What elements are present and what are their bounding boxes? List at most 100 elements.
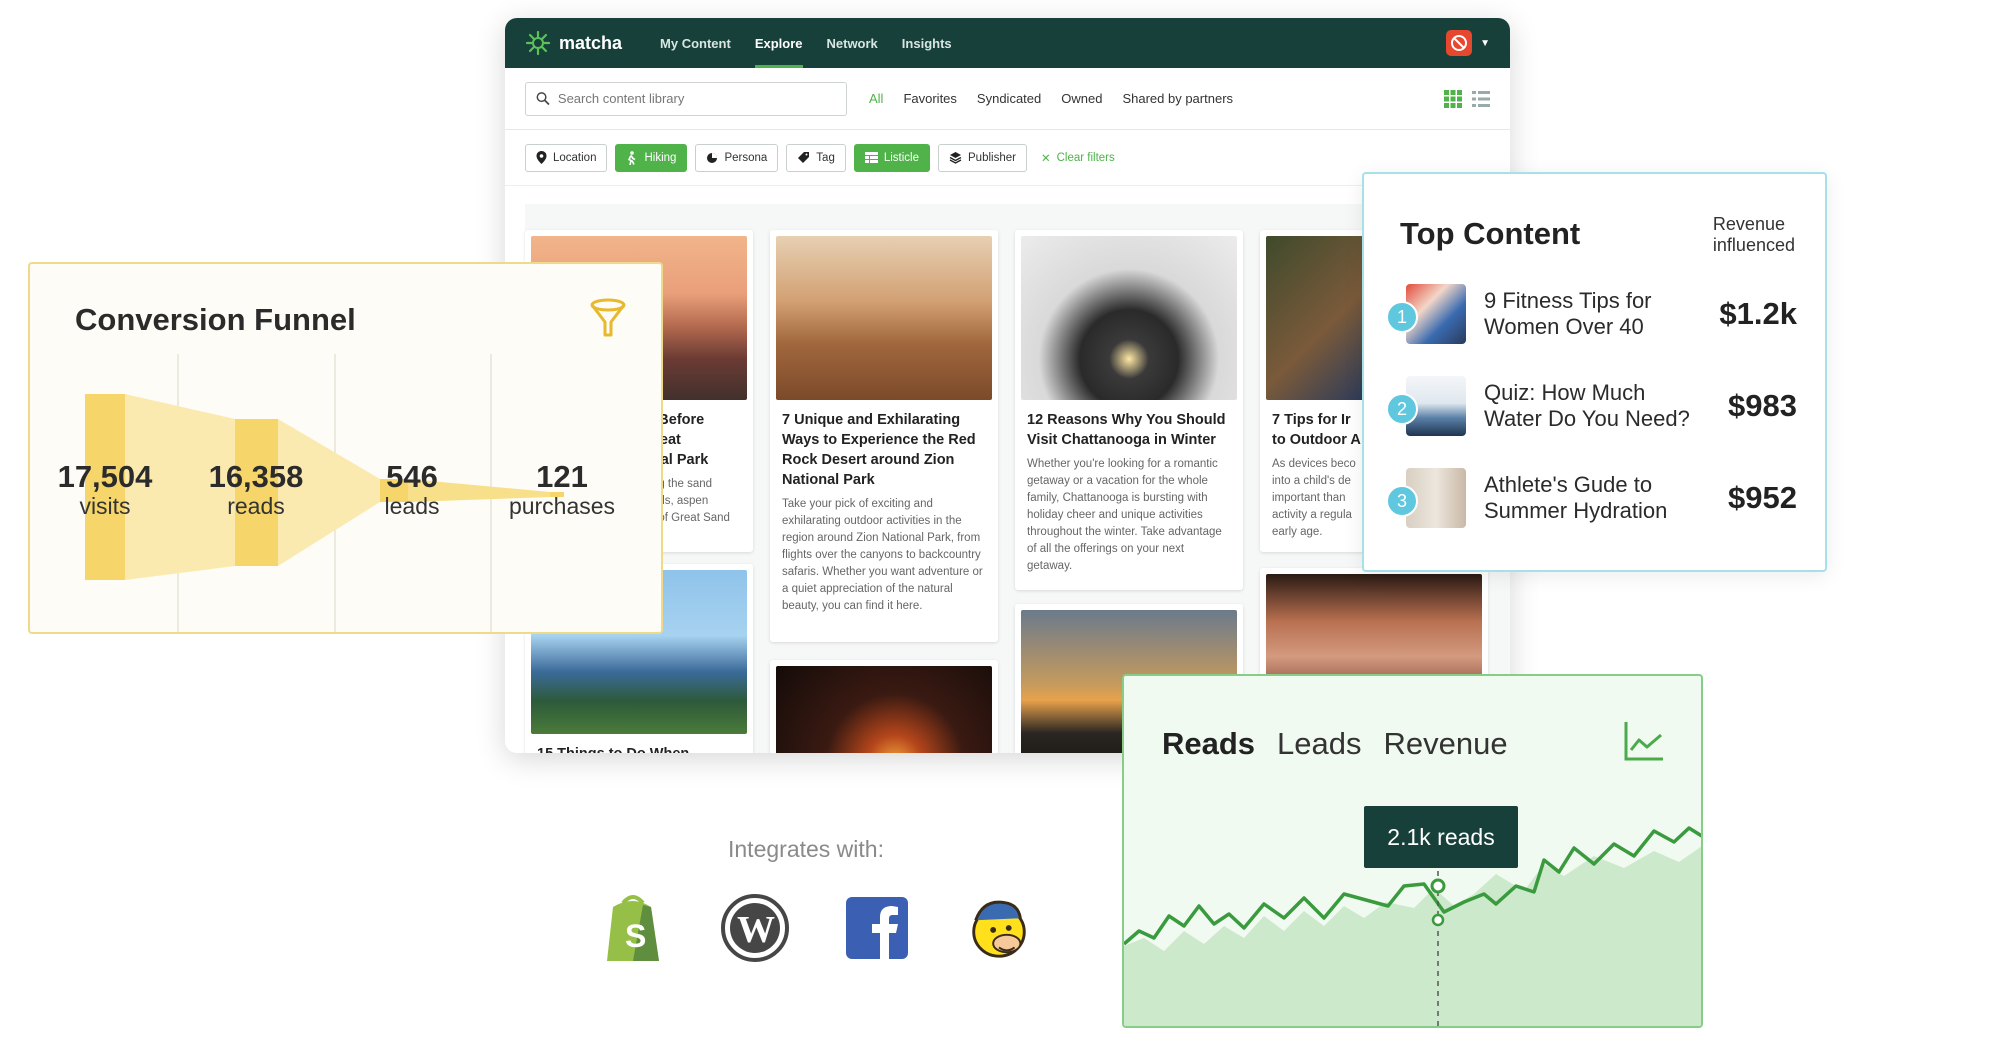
- svg-text:W: W: [737, 909, 775, 951]
- clear-filters-button[interactable]: ✕ Clear filters: [1041, 151, 1115, 165]
- main-nav: My Content Explore Network Insights: [648, 18, 964, 68]
- top-content-item-title[interactable]: Quiz: How Much Water Do You Need?: [1484, 380, 1709, 432]
- chip-location[interactable]: Location: [525, 143, 608, 172]
- top-content-row[interactable]: 1 9 Fitness Tips for Women Over 40 $1.2k: [1386, 282, 1797, 346]
- rank-badge: 1: [1386, 301, 1418, 333]
- chip-listicle[interactable]: Listicle: [853, 143, 930, 172]
- location-pin-icon: [536, 151, 547, 164]
- funnel-title: Conversion Funnel: [75, 302, 356, 337]
- user-menu[interactable]: ▼: [1446, 30, 1490, 56]
- stage-label: purchases: [508, 493, 616, 519]
- nav-insights[interactable]: Insights: [890, 18, 964, 68]
- chip-hiking[interactable]: Hiking: [615, 143, 688, 172]
- top-content-row[interactable]: 3 Athlete's Gude to Summer Hydration $95…: [1386, 466, 1797, 530]
- facebook-icon[interactable]: [842, 888, 912, 968]
- brand-name: matcha: [559, 32, 623, 53]
- matcha-leaf-icon: [525, 30, 551, 56]
- profile-logo-icon: [1451, 35, 1468, 51]
- wordpress-icon[interactable]: W: [720, 888, 790, 968]
- revenue-influenced-header: Revenue influenced: [1712, 214, 1795, 255]
- tab-owned[interactable]: Owned: [1061, 91, 1102, 106]
- view-toggle: [1444, 89, 1490, 108]
- card-image-desert-atv: [776, 236, 992, 400]
- chip-hiking-label: Hiking: [644, 151, 677, 164]
- top-content-item-title[interactable]: Athlete's Gude to Summer Hydration: [1484, 472, 1709, 524]
- close-icon: ✕: [1040, 152, 1051, 165]
- content-card[interactable]: [770, 660, 998, 753]
- card-image-train: [1021, 236, 1237, 400]
- thumbnail: 3: [1386, 468, 1466, 528]
- tab-syndicated[interactable]: Syndicated: [977, 91, 1041, 106]
- funnel-icon: [590, 298, 626, 337]
- list-view-icon[interactable]: [1472, 90, 1490, 108]
- tab-favorites[interactable]: Favorites: [903, 91, 956, 106]
- layers-icon: [949, 152, 962, 164]
- rank-badge: 3: [1386, 485, 1418, 517]
- chart-tooltip: 2.1k reads: [1364, 806, 1518, 868]
- chip-listicle-label: Listicle: [883, 151, 919, 164]
- chip-persona[interactable]: Persona: [695, 143, 779, 172]
- revenue-value: $1.2k: [1719, 296, 1797, 331]
- top-navbar: matcha My Content Explore Network Insigh…: [505, 18, 1510, 68]
- thumbnail: 2: [1386, 376, 1466, 436]
- card-title: 7 Unique and Exhilarating Ways to Experi…: [782, 412, 976, 488]
- stage-label: reads: [227, 493, 285, 519]
- content-card[interactable]: 12 Reasons Why You Should Visit Chattano…: [1015, 230, 1243, 590]
- stage-label: visits: [79, 493, 131, 519]
- card-title: 15 Things to Do When Friends and Family …: [525, 740, 753, 753]
- card-description: Take your pick of exciting and exhilarat…: [782, 498, 983, 612]
- top-content-row[interactable]: 2 Quiz: How Much Water Do You Need? $983: [1386, 374, 1797, 438]
- content-card[interactable]: 7 Unique and Exhilarating Ways to Experi…: [770, 230, 998, 642]
- funnel-stage-reads: 16,358 reads: [181, 459, 331, 520]
- stage-value: 17,504: [57, 459, 153, 494]
- shopify-icon[interactable]: S: [598, 888, 668, 968]
- nav-explore[interactable]: Explore: [743, 18, 815, 68]
- revenue-value: $983: [1728, 388, 1797, 423]
- avatar[interactable]: [1446, 30, 1473, 56]
- stage-value: 546: [386, 459, 438, 494]
- card-image-campfire: [776, 666, 992, 753]
- nav-network[interactable]: Network: [815, 18, 890, 68]
- chip-persona-label: Persona: [724, 151, 768, 164]
- stage-label: leads: [384, 493, 440, 519]
- pie-chart-icon: [707, 152, 718, 163]
- filter-chip-row: Location Hiking Persona Tag Listicle Pub…: [505, 130, 1510, 186]
- stage-value: 121: [536, 459, 588, 494]
- highlight-point: [1430, 878, 1446, 894]
- search-icon: [536, 92, 550, 106]
- clear-filters-label: Clear filters: [1056, 151, 1115, 164]
- brand-logo[interactable]: matcha: [525, 30, 622, 56]
- conversion-funnel-card: Conversion Funnel 17,504 visits 16,358 r…: [28, 262, 663, 634]
- highlight-point-secondary: [1431, 913, 1445, 927]
- hiker-icon: [628, 150, 636, 165]
- top-content-item-title[interactable]: 9 Fitness Tips for Women Over 40: [1484, 288, 1709, 340]
- rank-badge: 2: [1386, 393, 1418, 425]
- integrations-label: Integrates with:: [728, 836, 884, 862]
- nav-my-content[interactable]: My Content: [648, 18, 743, 68]
- list-icon: [864, 152, 878, 163]
- funnel-stage-purchases: 121 purchases: [487, 459, 637, 520]
- search-box[interactable]: [525, 81, 847, 116]
- content-filter-tabs: All Favorites Syndicated Owned Shared by…: [869, 91, 1233, 106]
- top-content-card: Top Content Revenue influenced 1 9 Fitne…: [1362, 172, 1827, 572]
- chip-tag[interactable]: Tag: [786, 143, 846, 172]
- funnel-stage-visits: 17,504 visits: [30, 459, 180, 520]
- funnel-stage-leads: 546 leads: [337, 459, 487, 520]
- svg-text:S: S: [625, 918, 646, 954]
- thumbnail: 1: [1386, 284, 1466, 344]
- chip-publisher[interactable]: Publisher: [938, 143, 1027, 172]
- revenue-value: $952: [1728, 480, 1797, 515]
- search-input[interactable]: [557, 91, 836, 106]
- grid-view-icon[interactable]: [1444, 89, 1462, 108]
- reads-chart-card: Reads Leads Revenue 2.1k reads: [1122, 674, 1703, 1028]
- card-description: Whether you're looking for a romantic ge…: [1027, 458, 1222, 572]
- integration-logos: S W: [598, 888, 1034, 968]
- tab-all[interactable]: All: [869, 91, 883, 106]
- mailchimp-icon[interactable]: [964, 888, 1034, 968]
- tag-icon: [798, 152, 810, 163]
- chip-publisher-label: Publisher: [968, 151, 1016, 164]
- chip-tag-label: Tag: [816, 151, 835, 164]
- chevron-down-icon[interactable]: ▼: [1480, 38, 1490, 49]
- tab-shared-by-partners[interactable]: Shared by partners: [1122, 91, 1233, 106]
- stage-value: 16,358: [208, 459, 304, 494]
